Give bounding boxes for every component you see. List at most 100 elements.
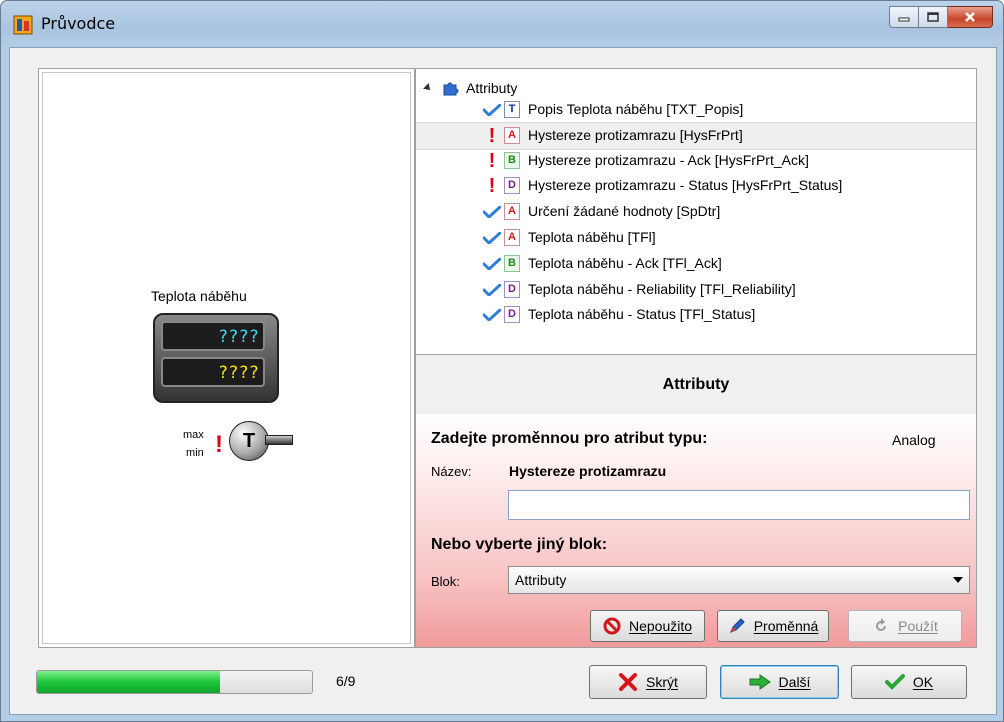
minimize-button[interactable] — [889, 6, 919, 28]
alarm-exclamation-icon: ! — [215, 431, 223, 458]
dialog-client-area: Teplota náběhu ???? ???? max min ! T Att… — [9, 47, 997, 715]
tree-item-label: Hystereze protizamrazu [HysFrPrt] — [528, 127, 743, 143]
tree-item[interactable]: ! B Hystereze protizamrazu - Ack [HysFrPrt… — [416, 148, 976, 174]
tree-item-label: Určení žádané hodnoty [SpDtr] — [528, 203, 721, 219]
tree-item-label: Teplota náběhu - Status [TFl_Status] — [528, 306, 756, 322]
tree-item-label: Teplota náběhu - Ack [TFl_Ack] — [528, 255, 722, 271]
maximize-icon — [927, 12, 939, 22]
type-t-icon: T — [504, 101, 520, 118]
variable-button-label: Proměnná — [753, 618, 819, 634]
wizard-window: Průvodce Teplota náběhu ???? ???? max mi… — [0, 0, 1004, 722]
no-entry-icon — [603, 617, 621, 635]
variable-button[interactable]: Proměnná — [717, 610, 829, 642]
tree-item[interactable]: D Teplota náběhu - Status [TFl_Status] — [416, 302, 976, 328]
warning-exclamation-icon: ! — [488, 124, 496, 147]
variable-input[interactable] — [508, 490, 970, 520]
type-a-icon: A — [504, 203, 520, 220]
attribute-type: Analog — [892, 432, 936, 448]
progress-fill — [37, 671, 221, 693]
unused-button[interactable]: Nepoužito — [590, 610, 705, 642]
tree-item-label: Hystereze protizamrazu - Ack [HysFrPrt_A… — [528, 152, 809, 168]
tree-root-label: Attributy — [466, 80, 518, 96]
type-d-icon: D — [504, 281, 520, 298]
type-a-icon: A — [504, 127, 520, 144]
preview-panel: Teplota náběhu ???? ???? max min ! T — [38, 68, 415, 648]
tree-item[interactable]: A Teplota náběhu [TFl] — [416, 225, 976, 251]
tree-item-label: Teplota náběhu [TFl] — [528, 229, 656, 245]
checkmark-icon — [482, 228, 502, 248]
warning-exclamation-icon: ! — [488, 174, 496, 197]
section-title: Attributy — [416, 354, 976, 415]
collapse-arrow-icon[interactable] — [423, 83, 433, 93]
next-button-label: Další — [778, 674, 811, 690]
window-title: Průvodce — [41, 14, 116, 33]
block-select-value: Attributy — [515, 572, 567, 588]
close-button[interactable] — [948, 6, 993, 28]
type-d-icon: D — [504, 177, 520, 194]
form-prompt: Zadejte proměnnou pro atribut typu: — [431, 430, 708, 447]
use-button-label: Použít — [898, 618, 938, 634]
attribute-name: Hystereze protizamrazu — [509, 463, 667, 479]
sensor-stem — [265, 435, 293, 445]
hide-button-label: Skrýt — [646, 674, 678, 690]
chevron-down-icon — [953, 577, 963, 583]
hide-button[interactable]: Skrýt — [589, 665, 707, 699]
tree-item[interactable]: D Teplota náběhu - Reliability [TFl_Relia… — [416, 277, 976, 303]
type-b-icon: B — [504, 152, 520, 169]
next-button[interactable]: Další — [720, 665, 839, 699]
checkmark-icon — [482, 202, 502, 222]
footer-bar: 6/9 Skrýt Další OK — [10, 653, 996, 713]
tree-item-label: Popis Teplota náběhu [TXT_Popis] — [528, 101, 744, 117]
wizard-app-icon — [13, 15, 33, 35]
pencil-icon — [729, 618, 745, 633]
value-display: ???? ???? — [153, 313, 279, 403]
green-check-icon — [884, 674, 905, 690]
type-b-icon: B — [504, 255, 520, 272]
checkmark-icon — [482, 254, 502, 274]
caption-buttons — [889, 6, 993, 28]
use-button[interactable]: Použít — [848, 610, 962, 642]
title-bar[interactable]: Průvodce — [1, 1, 1003, 47]
type-d-icon: D — [504, 306, 520, 323]
ok-button[interactable]: OK — [851, 665, 967, 699]
name-label: Název: — [431, 464, 472, 479]
max-label: max — [183, 429, 204, 441]
unused-button-label: Nepoužito — [628, 618, 693, 634]
checkmark-icon — [482, 305, 502, 325]
tree-item-label: Teplota náběhu - Reliability [TFl_Reliab… — [528, 281, 796, 297]
tree-root[interactable]: Attributy — [423, 77, 518, 99]
ok-button-label: OK — [912, 674, 934, 690]
progress-bar — [36, 670, 313, 694]
variable-form: Zadejte proměnnou pro atribut typu: Anal… — [416, 414, 976, 647]
tree-item[interactable]: T Popis Teplota náběhu [TXT_Popis] — [416, 97, 976, 123]
maximize-button[interactable] — [919, 6, 948, 28]
block-label: Blok: — [431, 574, 460, 589]
puzzle-icon — [443, 82, 459, 96]
display-value-2: ???? — [161, 357, 265, 387]
checkmark-icon — [482, 280, 502, 300]
close-icon — [965, 12, 975, 22]
min-label: min — [186, 447, 204, 459]
tree-item-label: Hystereze protizamrazu - Status [HysFrPr… — [528, 177, 843, 193]
checkmark-icon — [482, 100, 502, 120]
tree-item[interactable]: ! A Hystereze protizamrazu [HysFrPrt] — [416, 122, 976, 150]
preview-canvas: Teplota náběhu ???? ???? max min ! T — [42, 72, 411, 644]
warning-exclamation-icon: ! — [488, 149, 496, 172]
tree-item[interactable]: B Teplota náběhu - Ack [TFl_Ack] — [416, 251, 976, 277]
type-a-icon: A — [504, 229, 520, 246]
red-x-icon — [619, 673, 638, 691]
temperature-sensor-icon: T — [229, 421, 269, 461]
other-block-label: Nebo vyberte jiný blok: — [431, 536, 608, 553]
limit-labels: max min — [183, 426, 204, 462]
widget-label: Teplota náběhu — [151, 288, 247, 304]
progress-text: 6/9 — [336, 673, 356, 689]
tree-item[interactable]: A Určení žádané hodnoty [SpDtr] — [416, 199, 976, 225]
attribute-tree[interactable]: Attributy T Popis Teplota náběhu [TXT_Pop… — [416, 69, 976, 354]
refresh-icon — [876, 618, 887, 631]
block-select[interactable]: Attributy — [508, 566, 970, 594]
arrow-right-icon — [749, 674, 771, 690]
minimize-icon — [898, 17, 910, 22]
attributes-panel: Attributy T Popis Teplota náběhu [TXT_Pop… — [415, 68, 977, 648]
tree-item[interactable]: ! D Hystereze protizamrazu - Status [HysFr… — [416, 173, 976, 199]
display-value-1: ???? — [161, 321, 265, 351]
